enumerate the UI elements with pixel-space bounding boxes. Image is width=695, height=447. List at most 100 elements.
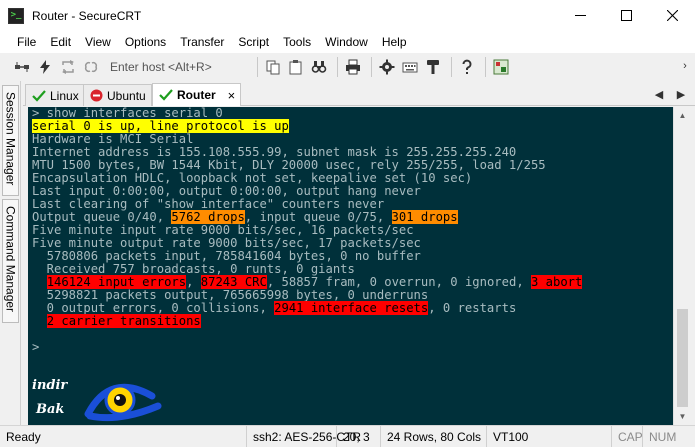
terminal-text: Output queue 0/40, [32,210,172,224]
terminal-text: 5780806 packets input, 785841604 bytes, … [32,249,421,263]
print-button[interactable] [343,57,363,77]
help-icon [462,59,472,74]
title-bar: >_ Router - SecureCRT [0,0,695,31]
minimize-button[interactable] [557,0,603,31]
check-icon [159,89,173,101]
eye-logo-icon [84,383,162,422]
tab-scroll-left-icon[interactable]: ◀ [652,84,666,104]
disconnected-icon [90,89,103,102]
command-manager-tab[interactable]: Command Manager [2,199,19,323]
terminal-text: Five minute output rate 9000 bits/sec, 1… [32,236,421,250]
copy-button[interactable] [263,57,283,77]
status-cursor: 20, 3 [336,426,370,447]
toolbar-separator [257,57,258,77]
session-manager-tab[interactable]: Session Manager [2,85,19,196]
scroll-thumb[interactable] [677,309,688,407]
close-button[interactable] [649,0,695,31]
tab-router[interactable]: Router × [152,83,242,106]
terminal-text: 5298821 packets output, 765665998 bytes,… [32,288,429,302]
menu-window[interactable]: Window [318,31,375,53]
menu-options[interactable]: Options [118,31,173,53]
terminal-text: Last input 0:00:00, output 0:00:00, outp… [32,184,421,198]
reconnect-icon [62,60,74,74]
securecrt-app-icon[interactable]: >_ [8,7,24,24]
highlighted-text: serial 0 is up, line protocol is up [32,119,289,133]
quick-connect-button[interactable] [35,57,55,77]
terminal-text: , 0 restarts [428,301,517,315]
session-tab-bar: Linux Ubuntu Router × ◀ ▶ [23,81,695,106]
disconnect-icon [84,61,98,73]
sftp-button[interactable] [423,57,443,77]
host-input[interactable] [104,57,248,77]
terminal-line: > [32,341,673,354]
close-icon [666,10,678,21]
menu-transfer[interactable]: Transfer [173,31,231,53]
paste-icon [289,60,302,75]
screenshot-icon [493,59,509,75]
settings-button[interactable] [377,57,397,77]
terminal-text: Hardware is MCI Serial [32,132,194,146]
menu-tools[interactable]: Tools [276,31,318,53]
watermark-word-2: Bak [36,402,65,417]
terminal-text: , 58857 fram, 0 overrun, 0 ignored, [266,275,531,289]
tab-linux[interactable]: Linux [25,84,85,106]
terminal-text: MTU 1500 bytes, BW 1544 Kbit, DLY 20000 … [32,158,546,172]
find-button[interactable] [309,57,329,77]
toolbar: › [0,53,695,81]
highlighted-text: 2 carrier transitions [46,314,201,328]
terminal-line: 2 carrier transitions [32,314,673,328]
menu-file[interactable]: File [10,31,43,53]
quick-connect-icon [40,60,50,74]
help-button[interactable] [457,57,477,77]
menu-view[interactable]: View [78,31,118,53]
print-icon [346,59,360,75]
terminal-text: > [32,340,40,354]
menu-help[interactable]: Help [375,31,414,53]
menu-bar: File Edit View Options Transfer Script T… [0,31,695,53]
terminal-text: , input queue 0/75, [244,210,392,224]
scroll-down-icon[interactable]: ▼ [674,408,691,425]
terminal-text: Received 757 broadcasts, 0 runts, 0 gian… [32,262,355,276]
side-panel: Session Manager Command Manager [0,81,21,425]
screenshot-button[interactable] [491,57,511,77]
copy-icon [266,60,280,75]
menu-edit[interactable]: Edit [43,31,78,53]
highlighted-text: 3 abort [531,275,583,289]
scroll-up-icon[interactable]: ▲ [674,107,691,124]
minimize-icon [574,15,586,16]
toolbar-separator [451,57,452,77]
tab-label: Linux [50,88,79,103]
toolbar-overflow-icon[interactable]: › [680,59,690,73]
terminal-scrollbar[interactable]: ▲ ▼ [673,107,690,425]
highlighted-text: 301 drops [391,210,458,224]
watermark-word-1: indir [32,378,68,393]
terminal-text: Internet address is 155.108.555.99, subn… [32,145,517,159]
menu-script[interactable]: Script [231,31,276,53]
highlighted-text: 87243 CRC [200,275,267,289]
reconnect-button[interactable] [58,57,78,77]
tab-label: Ubuntu [107,88,146,103]
status-num: NUM [642,426,676,447]
highlighted-text: 5762 drops [171,210,245,224]
terminal-text: Encapsulation HDLC, loopback not set, ke… [32,171,473,185]
tab-scroll-right-icon[interactable]: ▶ [674,84,688,104]
connect-button[interactable] [12,57,32,77]
sftp-icon [427,60,439,74]
close-tab-icon[interactable]: × [228,88,236,103]
app-icon-glyph: >_ [10,10,22,20]
terminal-text: Last clearing of "show interface" counte… [32,197,385,211]
tab-ubuntu[interactable]: Ubuntu [83,84,152,106]
paste-button[interactable] [286,57,306,77]
maximize-button[interactable] [603,0,649,31]
tab-label: Router [177,88,216,102]
terminal-text: , [186,275,201,289]
highlighted-text: 146124 input errors [46,275,187,289]
terminal-text: Five minute input rate 9000 bits/sec, 16… [32,223,414,237]
watermark-logo: indir Bak [32,376,172,422]
keymap-button[interactable] [400,57,420,77]
toolbar-separator [485,57,486,77]
disconnect-button[interactable] [81,57,101,77]
terminal-text: 0 output errors, 0 collisions, [32,301,275,315]
